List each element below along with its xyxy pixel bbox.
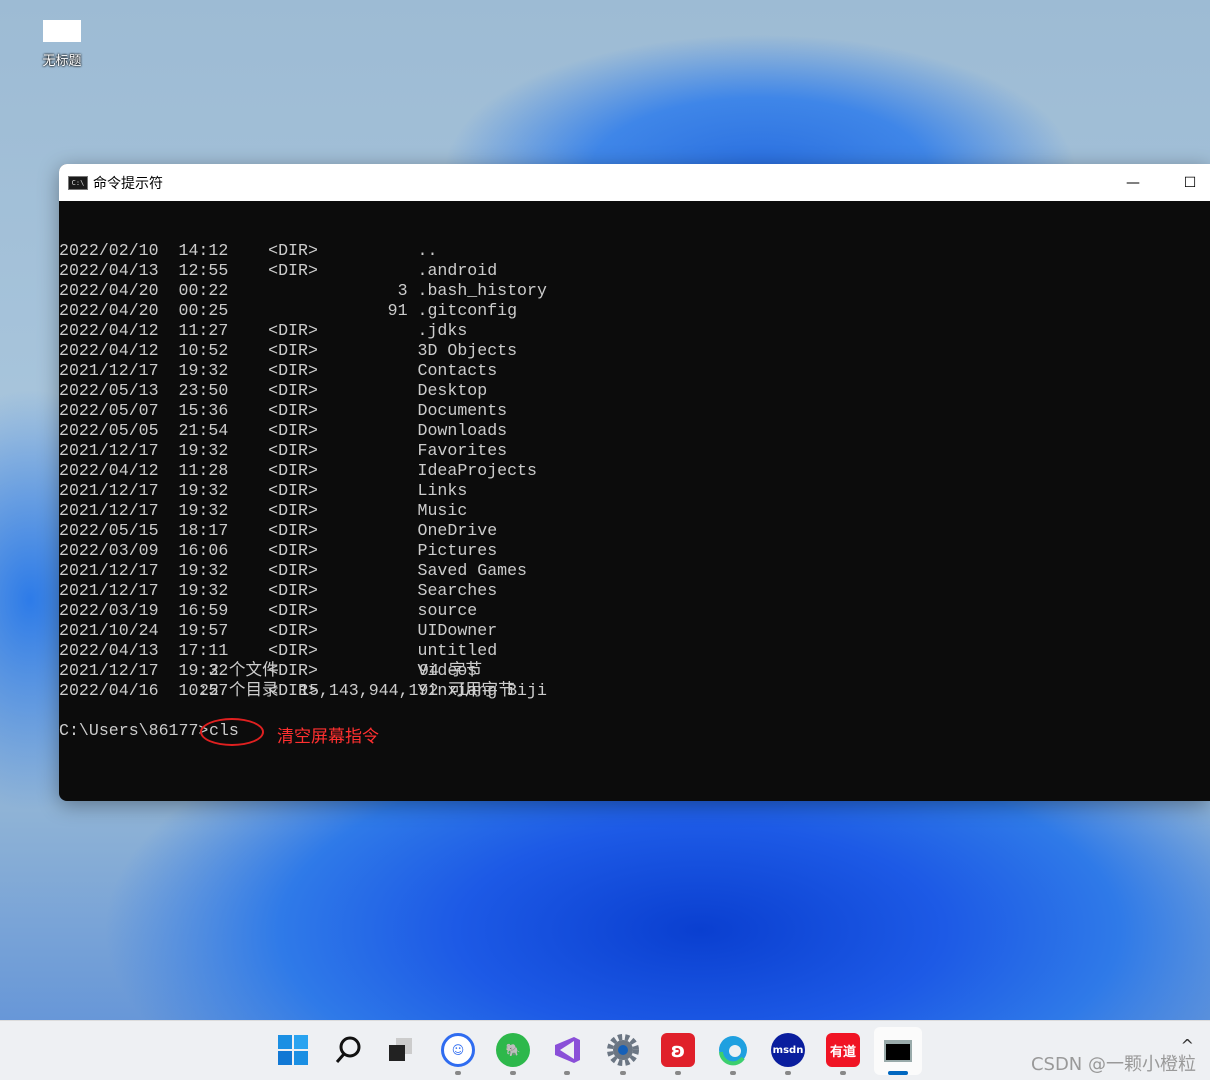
- search-icon: [335, 1036, 361, 1063]
- dir-listing-row: 2022/04/20 00:25 91 .gitconfig: [59, 301, 518, 320]
- maximize-button[interactable]: ☐: [1167, 164, 1210, 201]
- dir-listing-row: 2022/04/12 11:28 <DIR> IdeaProjects: [59, 461, 537, 480]
- dir-listing-row: 2022/04/12 11:27 <DIR> .jdks: [59, 321, 468, 340]
- cmd-icon: [884, 1040, 912, 1062]
- dir-listing-row: 2022/02/10 14:12 <DIR> ..: [59, 241, 438, 260]
- desktop-icon-untitled[interactable]: 无标题: [36, 20, 88, 69]
- smile-icon: ☺: [451, 1043, 465, 1057]
- visual-studio-icon: [555, 1037, 580, 1063]
- annotation-text: 清空屏幕指令: [277, 727, 379, 747]
- search-button[interactable]: [331, 1033, 365, 1067]
- summary-dirs-count: 22 个目录: [199, 681, 279, 700]
- dir-listing-row: 2022/04/20 00:22 3 .bash_history: [59, 281, 547, 300]
- edge-button[interactable]: [716, 1033, 750, 1067]
- desktop-icon-label: 无标题: [42, 54, 82, 69]
- watermark: CSDN @一颗小橙粒: [1030, 1054, 1196, 1075]
- dir-listing-row: 2021/12/17 19:32 <DIR> Contacts: [59, 361, 498, 380]
- edge-icon: [719, 1036, 747, 1066]
- start-button[interactable]: [276, 1033, 310, 1067]
- windows-logo-icon: [278, 1035, 308, 1065]
- dir-listing-row: 2021/12/17 19:32 <DIR> Links: [59, 481, 468, 500]
- terminal-output[interactable]: 2022/02/10 14:12 <DIR> .. 2022/04/13 12:5…: [59, 201, 1210, 801]
- msdn-button[interactable]: msdn: [771, 1033, 805, 1067]
- dir-listing-row: 2022/05/07 15:36 <DIR> Documents: [59, 401, 508, 420]
- youdao-button[interactable]: 有道: [826, 1033, 860, 1067]
- dir-listing-row: 2022/04/13 17:11 <DIR> untitled: [59, 641, 498, 660]
- minimize-button[interactable]: —: [1110, 164, 1156, 201]
- netease-music-button[interactable]: ʚ: [661, 1033, 695, 1067]
- task-view-button[interactable]: [384, 1033, 418, 1067]
- dir-listing-row: 2021/12/17 19:32 <DIR> Favorites: [59, 441, 508, 460]
- dir-listing-row: 2022/04/13 12:55 <DIR> .android: [59, 261, 498, 280]
- summary-files-count: 2 个文件: [209, 661, 279, 680]
- dir-listing-row: 2022/05/15 18:17 <DIR> OneDrive: [59, 521, 498, 540]
- cmd-app-icon: C:\: [68, 175, 88, 190]
- prompt-path: C:\Users\86177>: [59, 721, 209, 740]
- title-bar[interactable]: C:\ 命令提示符 — ☐: [59, 164, 1210, 201]
- dir-listing-row: 2021/12/17 19:32 <DIR> Searches: [59, 581, 498, 600]
- dir-listing-row: 2022/03/19 16:59 <DIR> source: [59, 601, 478, 620]
- dir-listing-row: 2022/04/12 10:52 <DIR> 3D Objects: [59, 341, 518, 360]
- annotation-ellipse: [200, 718, 264, 746]
- summary-free-bytes: 15,143,944,192 可用字节: [299, 681, 515, 700]
- visual-studio-button[interactable]: [550, 1033, 584, 1067]
- dir-listing-row: 2021/12/17 19:32 <DIR> Music: [59, 501, 468, 520]
- file-icon: [43, 20, 81, 42]
- command-prompt-window: C:\ 命令提示符 — ☐ 2022/02/10 14:12 <DIR> .. 2…: [59, 164, 1210, 801]
- taskbar: ☺ 🐘 ʚ msdn 有道: [0, 1020, 1210, 1080]
- app-blue-face-button[interactable]: ☺: [441, 1033, 475, 1067]
- dir-listing-row: 2021/10/24 19:57 <DIR> UIDowner: [59, 621, 498, 640]
- window-title: 命令提示符: [93, 175, 163, 192]
- dir-listing-row: 2022/05/13 23:50 <DIR> Desktop: [59, 381, 488, 400]
- dir-listing-row: 2022/05/05 21:54 <DIR> Downloads: [59, 421, 508, 440]
- dir-listing-row: 2021/12/17 19:32 <DIR> Saved Games: [59, 561, 528, 580]
- gear-icon: [607, 1034, 639, 1066]
- command-prompt-taskbar-button[interactable]: [874, 1027, 922, 1075]
- task-view-icon: [389, 1038, 412, 1061]
- summary-files-bytes: 94 字节: [419, 661, 483, 680]
- music-icon: ʚ: [670, 1038, 686, 1062]
- evernote-button[interactable]: 🐘: [496, 1033, 530, 1067]
- settings-button[interactable]: [606, 1033, 640, 1067]
- dir-listing-row: 2022/03/09 16:06 <DIR> Pictures: [59, 541, 498, 560]
- elephant-icon: 🐘: [505, 1043, 521, 1057]
